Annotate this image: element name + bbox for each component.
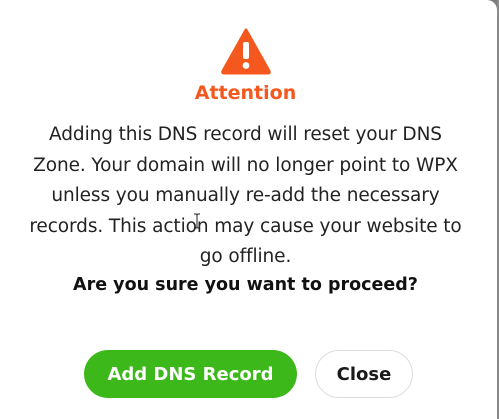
add-dns-record-button[interactable]: Add DNS Record — [84, 350, 297, 398]
dialog-question: Are you sure you want to proceed? — [73, 275, 418, 295]
text-cursor-icon — [194, 213, 200, 229]
confirm-dialog: Attention Adding this DNS record will re… — [0, 0, 497, 419]
dialog-message: Adding this DNS record will reset your D… — [29, 124, 462, 267]
warning-triangle-icon — [221, 28, 271, 75]
close-button[interactable]: Close — [315, 350, 413, 398]
dialog-title: Attention — [194, 82, 297, 104]
